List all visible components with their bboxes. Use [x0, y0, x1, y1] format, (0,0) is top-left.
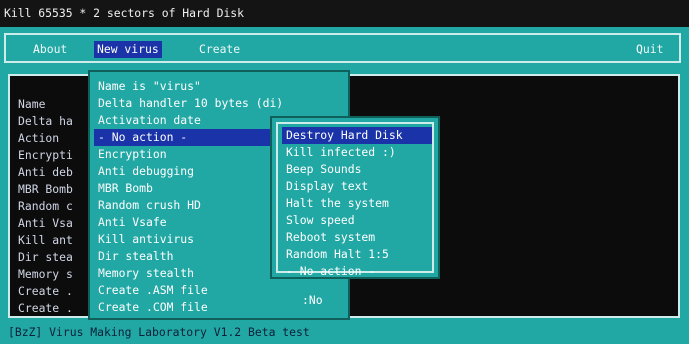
- menu-new-virus[interactable]: New virus: [94, 41, 162, 58]
- menu-item-create-com[interactable]: Create .COM file: [98, 299, 208, 316]
- menu-about[interactable]: About: [33, 41, 67, 58]
- action-item-random-halt[interactable]: Random Halt 1:5: [286, 246, 389, 263]
- menu-item-memory-stealth[interactable]: Memory stealth: [98, 265, 194, 282]
- menu-item-name[interactable]: Name is "virus": [98, 78, 201, 95]
- menu-quit[interactable]: Quit: [636, 41, 663, 58]
- action-item-no-action[interactable]: - No action -: [286, 263, 375, 280]
- action-submenu: Destroy Hard Disk Kill infected :) Beep …: [270, 116, 440, 279]
- list-item: Kill ant: [18, 233, 73, 247]
- list-item: MBR Bomb: [18, 182, 73, 196]
- action-item-reboot-system[interactable]: Reboot system: [286, 229, 375, 246]
- action-item-kill-infected[interactable]: Kill infected :): [286, 144, 396, 161]
- action-item-destroy-hard-disk[interactable]: Destroy Hard Disk: [282, 127, 432, 144]
- action-item-halt-system[interactable]: Halt the system: [286, 195, 389, 212]
- menu-item-anti-vsafe[interactable]: Anti Vsafe: [98, 214, 167, 231]
- menu-item-kill-antivirus[interactable]: Kill antivirus: [98, 231, 194, 248]
- options-list-window: Name Delta ha Action Encrypti Anti deb M…: [8, 74, 92, 318]
- list-item: Random c: [18, 199, 73, 213]
- action-item-slow-speed[interactable]: Slow speed: [286, 212, 355, 229]
- window-title: Kill 65535 * 2 sectors of Hard Disk: [4, 6, 245, 20]
- list-item: Encrypti: [18, 148, 73, 162]
- menu-bar: About New virus Create Quit: [0, 27, 689, 70]
- list-item: Create .: [18, 284, 73, 298]
- create-com-value: :No: [302, 293, 323, 307]
- menu-create[interactable]: Create: [199, 41, 240, 58]
- window-title-bar: Kill 65535 * 2 sectors of Hard Disk: [0, 0, 689, 27]
- menu-item-encryption[interactable]: Encryption: [98, 146, 167, 163]
- list-item: Anti deb: [18, 165, 73, 179]
- list-item: Dir stea: [18, 250, 73, 264]
- menu-item-random-crush[interactable]: Random crush HD: [98, 197, 201, 214]
- menu-item-mbr-bomb[interactable]: MBR Bomb: [98, 180, 153, 197]
- menu-item-delta-handler[interactable]: Delta handler 10 bytes (di): [98, 95, 283, 112]
- list-item: Action: [18, 131, 60, 145]
- action-item-beep-sounds[interactable]: Beep Sounds: [286, 161, 361, 178]
- status-bar: [BzZ] Virus Making Laboratory V1.2 Beta …: [0, 320, 689, 344]
- action-item-display-text[interactable]: Display text: [286, 178, 368, 195]
- menu-item-dir-stealth[interactable]: Dir stealth: [98, 248, 173, 265]
- menu-item-activation-date[interactable]: Activation date: [98, 112, 201, 129]
- list-item: Memory s: [18, 267, 73, 281]
- list-item: Anti Vsa: [18, 216, 73, 230]
- status-text: [BzZ] Virus Making Laboratory V1.2 Beta …: [8, 325, 310, 339]
- menu-item-action-selected[interactable]: - No action -: [94, 129, 278, 146]
- menu-item-create-asm[interactable]: Create .ASM file: [98, 282, 208, 299]
- menu-item-anti-debugging[interactable]: Anti debugging: [98, 163, 194, 180]
- list-item: Name: [18, 97, 46, 111]
- list-item: Delta ha: [18, 114, 73, 128]
- list-item: Create .: [18, 301, 73, 315]
